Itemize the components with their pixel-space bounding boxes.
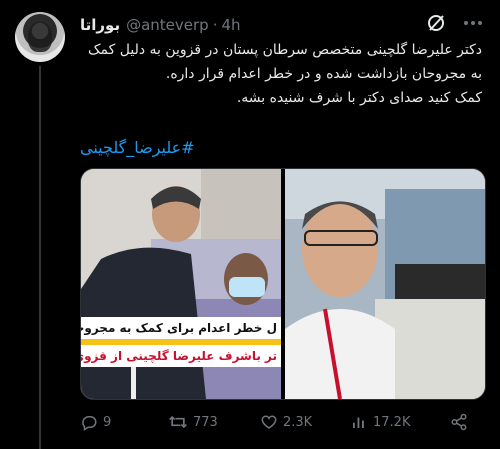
hashtag-link[interactable]: #علیرضا_گلچینی xyxy=(80,138,195,157)
header-icons xyxy=(426,13,482,33)
retweet-button[interactable]: 773 xyxy=(168,413,218,431)
views-icon xyxy=(350,413,368,431)
media-grid[interactable]: ل خطر اعدام برای کمک به مجروحین تر باشرف… xyxy=(80,168,486,400)
grok-icon[interactable] xyxy=(426,13,446,33)
tweet-text-line-1: دکتر علیرضا گلچینی متخصص سرطان پستان در … xyxy=(88,42,482,82)
display-name[interactable]: بوراتا xyxy=(80,16,120,34)
reply-count: 9 xyxy=(103,414,112,430)
more-icon[interactable] xyxy=(464,20,482,26)
photo-portrait[interactable] xyxy=(285,169,485,399)
reply-icon xyxy=(80,413,98,431)
share-icon xyxy=(450,413,468,431)
views-count: 17.2K xyxy=(373,414,411,430)
banner-line-2: تر باشرف علیرضا گلچینی از قزوی xyxy=(81,345,281,367)
share-button[interactable] xyxy=(450,413,468,431)
timestamp[interactable]: 4h xyxy=(221,16,240,34)
action-bar: 9 773 2.3K 17.2K xyxy=(80,410,482,434)
user-handle[interactable]: @anteverp xyxy=(126,16,209,34)
like-count: 2.3K xyxy=(283,414,313,430)
banner-line-1: ل خطر اعدام برای کمک به مجروحین xyxy=(81,317,281,339)
retweet-count: 773 xyxy=(193,414,218,430)
reply-button[interactable]: 9 xyxy=(80,413,111,431)
like-button[interactable]: 2.3K xyxy=(260,413,312,431)
tweet-text-line-2: کمک کنید صدای دکتر با شرف شنیده بشه. xyxy=(236,90,482,106)
thread-line xyxy=(39,66,41,449)
heart-icon xyxy=(260,413,278,431)
avatar[interactable] xyxy=(15,12,65,62)
tweet-header: بوراتا @anteverp · 4h xyxy=(80,13,482,37)
tweet-text: دکتر علیرضا گلچینی متخصص سرطان پستان در … xyxy=(80,38,482,110)
views-button[interactable]: 17.2K xyxy=(350,413,410,431)
tweet[interactable]: بوراتا @anteverp · 4h دکتر علیرضا گلچینی… xyxy=(0,0,500,449)
retweet-icon xyxy=(168,413,188,431)
separator-dot: · xyxy=(212,16,218,34)
photo-hospital[interactable]: ل خطر اعدام برای کمک به مجروحین تر باشرف… xyxy=(81,169,281,399)
